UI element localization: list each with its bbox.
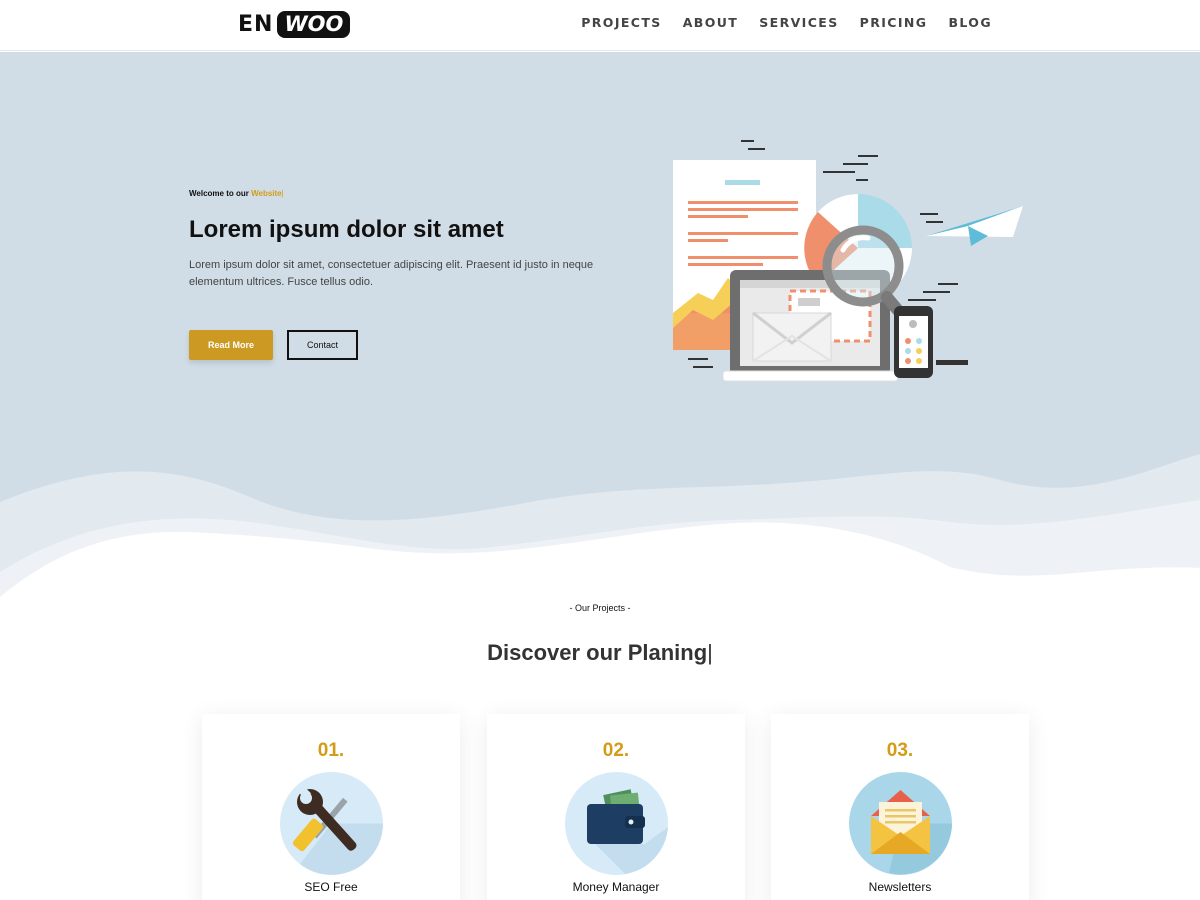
typing-cursor: | xyxy=(707,640,713,665)
envelope-icon xyxy=(849,772,952,875)
hero-welcome: Welcome to our Website| xyxy=(189,189,284,198)
project-card-newsletters[interactable]: 03. Newsletters xyxy=(771,714,1029,900)
section-title-text: Discover our Planing xyxy=(487,640,708,665)
hero-title: Lorem ipsum dolor sit amet xyxy=(189,216,504,243)
nav-services[interactable]: SERVICES xyxy=(759,15,838,30)
logo[interactable]: EN WOO xyxy=(238,10,351,38)
card-number: 03. xyxy=(886,740,914,761)
logo-text-en: EN xyxy=(238,11,274,37)
nav-pricing[interactable]: PRICING xyxy=(860,15,928,30)
card-label: SEO Free xyxy=(304,880,358,894)
project-card-money[interactable]: 02. Money Manager xyxy=(487,714,745,900)
hero-illustration xyxy=(673,140,1023,382)
nav-blog[interactable]: BLOG xyxy=(948,15,992,30)
nav-about[interactable]: ABOUT xyxy=(683,15,739,30)
card-label: Money Manager xyxy=(572,880,660,894)
wallet-icon xyxy=(565,772,668,875)
section-eyebrow: - Our Projects - xyxy=(569,603,631,613)
section-title: Discover our Planing| xyxy=(0,640,1200,666)
welcome-accent: Website xyxy=(251,189,282,198)
contact-button[interactable]: Contact xyxy=(287,330,358,360)
card-number: 01. xyxy=(317,740,345,761)
typing-cursor: | xyxy=(281,189,284,198)
card-label: Newsletters xyxy=(868,880,932,894)
project-card-seo[interactable]: 01. SEO Free xyxy=(202,714,460,900)
read-more-button[interactable]: Read More xyxy=(189,330,273,360)
hero-description: Lorem ipsum dolor sit amet, consectetuer… xyxy=(189,259,594,288)
nav-projects[interactable]: PROJECTS xyxy=(581,15,662,30)
main-nav: PROJECTS ABOUT SERVICES PRICING BLOG xyxy=(581,15,992,30)
hero-section: Welcome to our Website| Lorem ipsum dolo… xyxy=(0,52,1200,612)
tools-icon xyxy=(280,772,383,875)
logo-text-woo: WOO xyxy=(277,10,351,38)
site-header: EN WOO PROJECTS ABOUT SERVICES PRICING B… xyxy=(0,0,1200,51)
card-number: 02. xyxy=(602,740,630,761)
welcome-prefix: Welcome to our xyxy=(189,189,252,198)
